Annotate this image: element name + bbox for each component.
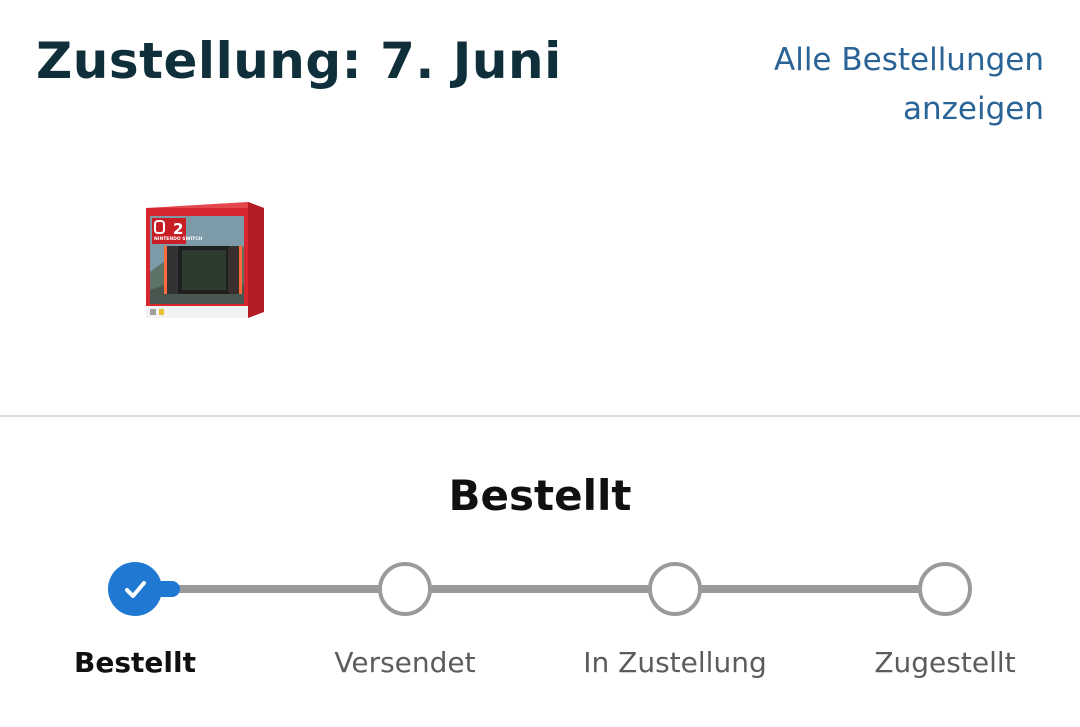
box-brand-text: NINTENDO SWITCH [154, 236, 202, 242]
step-in-delivery-circle [648, 562, 702, 616]
nintendo-switch-box-icon: 2 NINTENDO SWITCH [146, 202, 264, 318]
step-shipped-circle [378, 562, 432, 616]
box-logo-number: 2 [173, 220, 183, 238]
step-delivered-label: Zugestellt [874, 646, 1016, 679]
progress-track [135, 585, 945, 593]
section-divider [0, 415, 1080, 417]
step-ordered-label: Bestellt [74, 646, 196, 679]
shipment-progress-tracker: Bestellt Versendet In Zustellung Zugeste… [0, 555, 1080, 685]
step-ordered-circle [108, 562, 162, 616]
step-delivered-circle [918, 562, 972, 616]
checkmark-icon [125, 581, 146, 598]
all-orders-link[interactable]: Alle Bestellungen anzeigen [724, 36, 1044, 134]
step-shipped-label: Versendet [334, 646, 476, 679]
current-status-heading: Bestellt [448, 471, 632, 520]
product-image[interactable]: 2 NINTENDO SWITCH [140, 194, 268, 330]
delivery-date-title: Zustellung: 7. Juni [36, 32, 562, 90]
step-in-delivery-label: In Zustellung [583, 646, 767, 679]
